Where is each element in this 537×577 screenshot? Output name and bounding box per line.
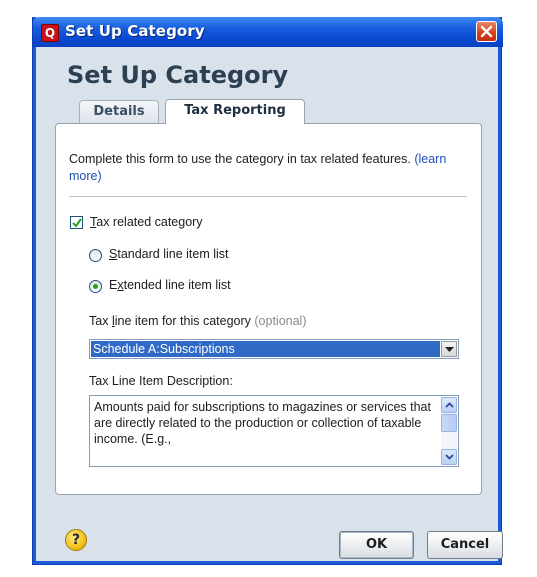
cancel-button[interactable]: Cancel: [427, 531, 503, 559]
scroll-up-button[interactable]: [441, 397, 457, 413]
checkmark-icon: [72, 218, 82, 228]
radio-selected-dot: [93, 284, 98, 289]
dropdown-button[interactable]: [441, 341, 457, 357]
quicken-app-icon: Q: [41, 24, 59, 42]
divider: [69, 196, 467, 197]
chevron-down-icon: [445, 347, 454, 352]
tax-line-item-value: Schedule A:Subscriptions: [91, 341, 440, 357]
description-label: Tax Line Item Description:: [89, 374, 233, 388]
intro-text: Complete this form to use the category i…: [69, 152, 411, 166]
standard-list-radio[interactable]: [89, 249, 102, 262]
tab-tax-reporting[interactable]: Tax Reporting: [165, 99, 305, 124]
help-icon[interactable]: ?: [65, 529, 87, 551]
extended-list-label[interactable]: Extended line item list: [109, 278, 231, 292]
ok-button[interactable]: OK: [339, 531, 414, 559]
close-button[interactable]: [476, 21, 497, 42]
extended-list-radio[interactable]: [89, 280, 102, 293]
dialog-window: Q Set Up Category Set Up Category Detail…: [32, 17, 503, 565]
tab-details[interactable]: Details: [79, 100, 159, 123]
description-textarea[interactable]: Amounts paid for subscriptions to magazi…: [89, 395, 459, 467]
scroll-down-button[interactable]: [441, 449, 457, 465]
tax-related-label[interactable]: Tax related category: [90, 215, 203, 229]
description-text: Amounts paid for subscriptions to magazi…: [94, 400, 431, 446]
tax-reporting-panel: Complete this form to use the category i…: [55, 123, 482, 495]
tax-line-item-label: Tax line item for this category (optiona…: [89, 314, 307, 328]
page-title: Set Up Category: [67, 61, 289, 89]
scroll-thumb[interactable]: [441, 414, 457, 432]
title-bar[interactable]: Q Set Up Category: [33, 17, 503, 47]
chevron-down-icon: [445, 454, 454, 460]
tax-line-item-dropdown[interactable]: Schedule A:Subscriptions: [89, 339, 459, 359]
close-icon: [480, 25, 493, 38]
chevron-up-icon: [445, 402, 454, 408]
standard-list-label[interactable]: Standard line item list: [109, 247, 229, 261]
intro-text-block: Complete this form to use the category i…: [69, 151, 469, 185]
window-title: Set Up Category: [65, 22, 205, 40]
tax-related-checkbox[interactable]: [70, 216, 83, 229]
description-scrollbar[interactable]: [441, 397, 457, 465]
